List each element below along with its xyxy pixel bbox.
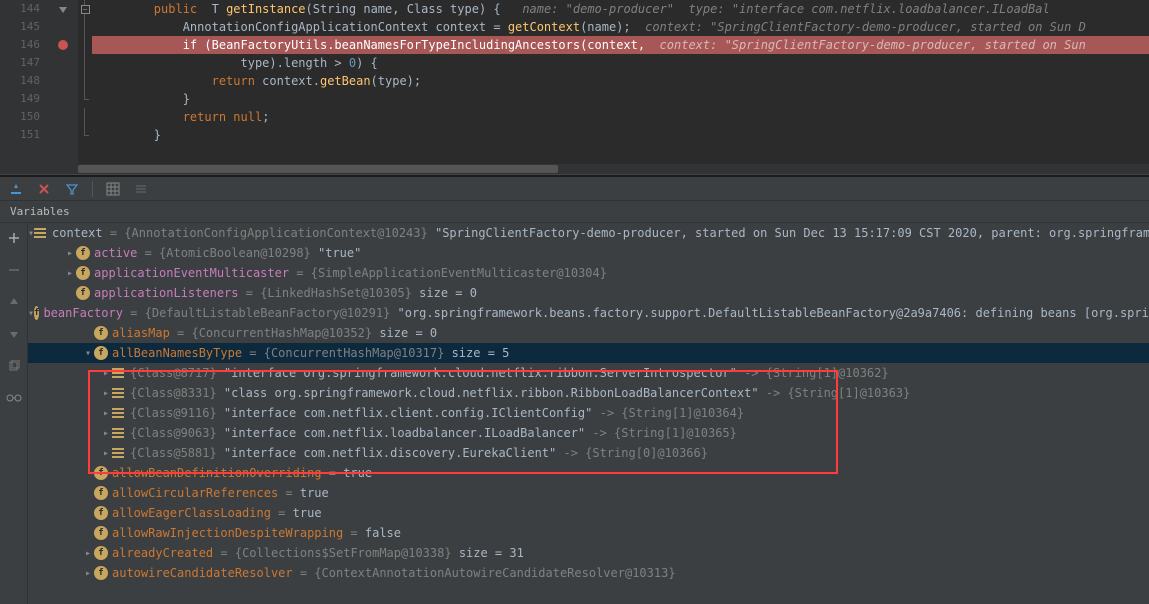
variable-row[interactable]: ▸{Class@5881} "interface com.netflix.dis… xyxy=(28,443,1149,463)
variable-row[interactable]: fallowEagerClassLoading = true xyxy=(28,503,1149,523)
variable-row[interactable]: ▸falreadyCreated = {Collections$SetFromM… xyxy=(28,543,1149,563)
variable-row[interactable]: fallowBeanDefinitionOverriding = true xyxy=(28,463,1149,483)
remove-watch-icon[interactable] xyxy=(36,181,52,197)
code-content[interactable]: public T getInstance(String name, Class … xyxy=(92,0,1149,174)
separator xyxy=(92,181,93,197)
variable-row[interactable]: ▸fapplicationEventMulticaster = {SimpleA… xyxy=(28,263,1149,283)
variable-row[interactable]: fallowRawInjectionDespiteWrapping = fals… xyxy=(28,523,1149,543)
minus-icon[interactable] xyxy=(5,261,23,279)
variable-row[interactable]: fallowCircularReferences = true xyxy=(28,483,1149,503)
variable-row[interactable]: ▸{Class@9063} "interface com.netflix.loa… xyxy=(28,423,1149,443)
copy-icon[interactable] xyxy=(5,357,23,375)
scrollbar-thumb[interactable] xyxy=(78,165,558,173)
up-icon[interactable] xyxy=(5,293,23,311)
glasses-icon[interactable] xyxy=(5,389,23,407)
variable-row[interactable]: ▾context = {AnnotationConfigApplicationC… xyxy=(28,223,1149,243)
debug-toolbar xyxy=(0,177,1149,201)
variable-row[interactable]: ▸factive = {AtomicBoolean@10298} "true" xyxy=(28,243,1149,263)
variable-row[interactable]: ▸{Class@8717} "interface org.springframe… xyxy=(28,363,1149,383)
variable-row[interactable]: ▸{Class@8331} "class org.springframework… xyxy=(28,383,1149,403)
plus-icon[interactable] xyxy=(5,229,23,247)
horizontal-scrollbar[interactable] xyxy=(78,164,1149,174)
grid-icon[interactable] xyxy=(105,181,121,197)
filter-icon[interactable] xyxy=(64,181,80,197)
list-icon[interactable] xyxy=(133,181,149,197)
variable-row[interactable]: ▾fbeanFactory = {DefaultListableBeanFact… xyxy=(28,303,1149,323)
variables-header: Variables xyxy=(0,201,1149,223)
fold-gutter[interactable]: − xyxy=(78,0,92,174)
icon-gutter[interactable] xyxy=(48,0,78,174)
variable-row[interactable]: ▸{Class@9116} "interface com.netflix.cli… xyxy=(28,403,1149,423)
debug-panel: Variables ▾context = {AnnotationConfigAp… xyxy=(0,177,1149,604)
line-number-gutter: 144145146147148149150151 xyxy=(0,0,48,174)
variables-sidebar xyxy=(0,223,28,604)
variables-tree[interactable]: ▾context = {AnnotationConfigApplicationC… xyxy=(28,223,1149,604)
down-icon[interactable] xyxy=(5,325,23,343)
add-watch-icon[interactable] xyxy=(8,181,24,197)
variable-row[interactable]: ▾fallBeanNamesByType = {ConcurrentHashMa… xyxy=(28,343,1149,363)
variable-row[interactable]: fapplicationListeners = {LinkedHashSet@1… xyxy=(28,283,1149,303)
variable-row[interactable]: faliasMap = {ConcurrentHashMap@10352} si… xyxy=(28,323,1149,343)
variable-row[interactable]: ▸fautowireCandidateResolver = {ContextAn… xyxy=(28,563,1149,583)
code-editor[interactable]: 144145146147148149150151 − public T getI… xyxy=(0,0,1149,174)
